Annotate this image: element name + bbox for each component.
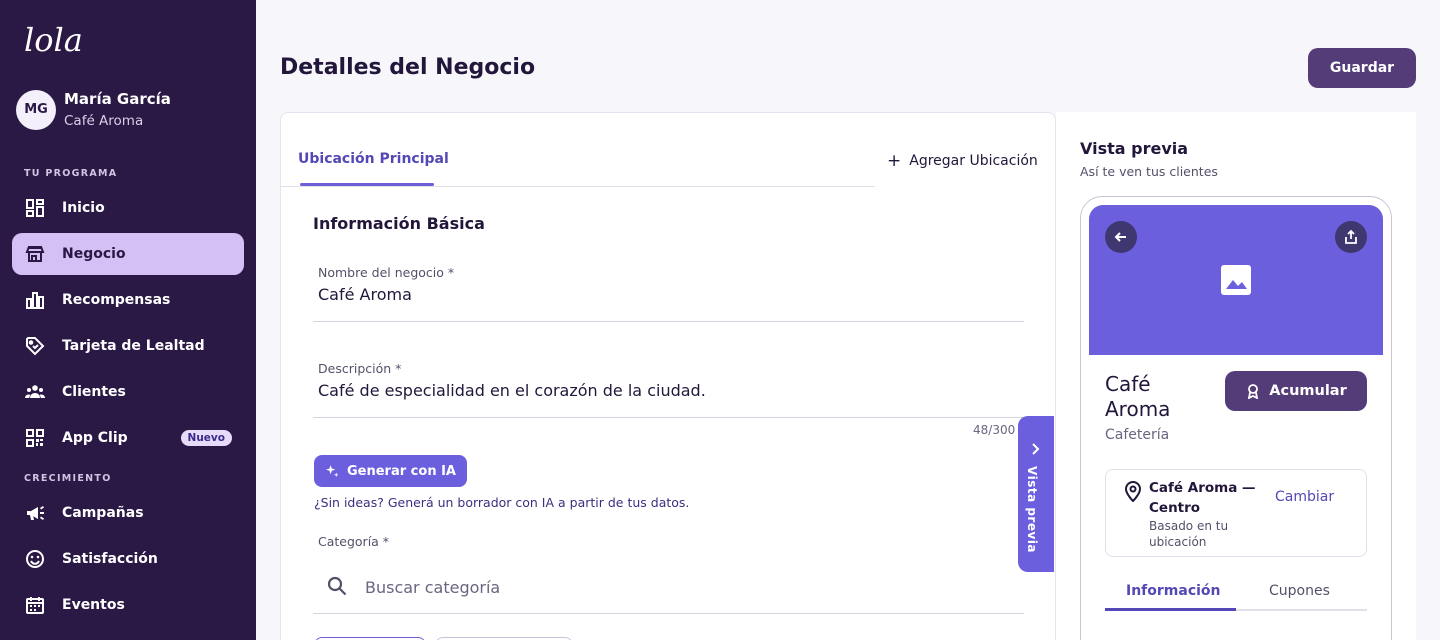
avatar: MG — [16, 89, 56, 130]
preview-toggle-tab[interactable]: Vista previa — [1018, 416, 1054, 572]
sidebar-item-label: Clientes — [62, 384, 126, 400]
location-pin-icon — [1124, 481, 1142, 502]
location-name: Café Aroma — Centro — [1149, 480, 1256, 516]
sidebar-item-label: Tarjeta de Lealtad — [62, 338, 205, 354]
dashboard-icon — [24, 197, 46, 219]
preview-business-name: Café Aroma — [1105, 372, 1171, 421]
generate-ai-label: Generar con IA — [347, 463, 456, 479]
preview-title: Vista previa — [1080, 139, 1189, 158]
qr-code-icon — [24, 427, 46, 449]
generate-ai-button[interactable]: Generar con IA — [314, 455, 467, 487]
ai-hint-text: ¿Sin ideas? Generá un borrador con IA a … — [314, 495, 690, 510]
sidebar-item-label: Campañas — [62, 505, 144, 521]
people-icon — [24, 381, 46, 403]
preview-business-category: Cafetería — [1105, 427, 1170, 443]
share-button[interactable] — [1335, 221, 1367, 253]
description-field-underline — [313, 417, 1024, 418]
bar-chart-icon — [24, 289, 46, 311]
accumulate-label: Acumular — [1269, 383, 1347, 399]
store-icon — [24, 243, 46, 265]
sidebar-item-label: Inicio — [62, 200, 105, 216]
tab-informacion[interactable]: Información — [1126, 583, 1221, 599]
description-counter: 48/300 — [973, 423, 1016, 437]
category-field-label: Categoría * — [318, 534, 390, 549]
preview-subtitle: Así te ven tus clientes — [1080, 164, 1218, 179]
sidebar: lola MG María García Café Aroma TU PROGR… — [0, 0, 256, 640]
sidebar-item-label: Negocio — [62, 246, 126, 262]
sidebar-item-label: Eventos — [62, 597, 125, 613]
sidebar-item-campanas[interactable]: Campañas — [12, 492, 244, 534]
section-label-growth: CRECIMIENTO — [24, 473, 112, 484]
save-button[interactable]: Guardar — [1308, 48, 1416, 88]
location-card: Café Aroma — Centro Basado en tu ubicaci… — [1105, 469, 1367, 557]
accumulate-button[interactable]: Acumular — [1225, 371, 1367, 411]
smiley-icon — [24, 548, 46, 570]
phone-mockup: Café Aroma Cafetería Acumular Café Aroma… — [1080, 196, 1392, 640]
sidebar-item-recompensas[interactable]: Recompensas — [12, 279, 244, 321]
page-title: Detalles del Negocio — [280, 55, 536, 80]
sidebar-item-satisfaccion[interactable]: Satisfacción — [12, 538, 244, 580]
user-name: María García — [64, 90, 171, 108]
preview-tab-active-indicator — [1105, 608, 1236, 611]
category-search-input[interactable] — [365, 573, 1005, 601]
hero-banner — [1089, 205, 1383, 355]
sidebar-item-app-clip[interactable]: App Clip Nuevo — [12, 417, 244, 459]
sidebar-item-label: App Clip — [62, 430, 128, 446]
calendar-icon — [24, 594, 46, 616]
lola-logo[interactable]: lola — [24, 24, 110, 58]
share-icon — [1345, 229, 1357, 244]
section-title-basic-info: Información Básica — [313, 214, 485, 233]
location-subtext: Basado en tu ubicación — [1149, 519, 1229, 549]
name-field-underline — [313, 321, 1024, 322]
sidebar-item-label: Satisfacción — [62, 551, 158, 567]
tab-main-location[interactable]: Ubicación Principal — [298, 151, 449, 167]
sidebar-item-negocio[interactable]: Negocio — [12, 233, 244, 275]
megaphone-icon — [24, 502, 46, 524]
tag-icon — [24, 335, 46, 357]
business-form-card: Ubicación Principal + Agregar Ubicación … — [280, 112, 1056, 640]
description-field-label: Descripción * — [318, 361, 402, 376]
preview-panel: Vista previa Así te ven tus clientes Caf… — [1056, 112, 1416, 640]
back-button[interactable] — [1105, 221, 1137, 253]
tab-cupones[interactable]: Cupones — [1269, 583, 1330, 599]
section-label-program: TU PROGRAMA — [24, 168, 118, 179]
image-placeholder-icon — [1221, 265, 1251, 295]
sparkle-icon — [325, 464, 339, 477]
description-field[interactable]: Café de especialidad en el corazón de la… — [318, 381, 706, 400]
sidebar-item-eventos[interactable]: Eventos — [12, 584, 244, 626]
badge-icon — [1248, 384, 1259, 399]
sidebar-item-clientes[interactable]: Clientes — [12, 371, 244, 413]
search-icon — [327, 576, 347, 596]
chevron-right-icon — [1032, 443, 1040, 455]
plus-icon: + — [887, 151, 902, 171]
sidebar-item-label: Recompensas — [62, 292, 171, 308]
preview-toggle-label: Vista previa — [1025, 466, 1039, 554]
sidebar-item-inicio[interactable]: Inicio — [12, 187, 244, 229]
add-location-button[interactable]: + Agregar Ubicación — [887, 151, 1038, 171]
arrow-left-icon — [1114, 232, 1126, 242]
tabs-divider — [281, 186, 875, 187]
change-location-button[interactable]: Cambiar — [1275, 489, 1334, 505]
new-badge: Nuevo — [180, 430, 232, 446]
user-profile[interactable]: MG María García Café Aroma — [16, 89, 171, 130]
name-field[interactable]: Café Aroma — [318, 285, 412, 304]
user-business: Café Aroma — [64, 113, 144, 129]
sidebar-item-tarjeta[interactable]: Tarjeta de Lealtad — [12, 325, 244, 367]
add-location-label: Agregar Ubicación — [909, 153, 1038, 169]
name-field-label: Nombre del negocio * — [318, 265, 455, 280]
category-field-underline — [313, 613, 1024, 614]
svg-text:lola: lola — [24, 24, 83, 58]
